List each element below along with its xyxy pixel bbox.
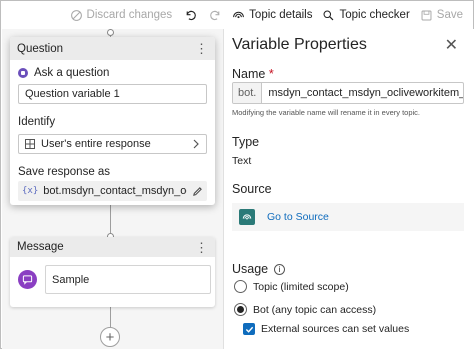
redo-button[interactable] [209,9,222,22]
message-text-input[interactable]: Sample [45,265,211,294]
discard-changes-label: Discard changes [86,9,173,21]
chevron-right-icon [193,139,199,149]
topic-checker-button[interactable]: Topic checker [322,9,410,22]
ask-question-row: Ask a question [18,67,109,79]
ask-question-label: Ask a question [34,67,110,79]
more-options-icon[interactable]: ⋮ [195,241,208,254]
message-node[interactable]: Message ⋮ Sample [10,237,215,307]
name-hint: Modifying the variable name will rename … [232,108,421,117]
variable-properties-panel: Variable Properties ✕ Name * bot. msdyn_… [223,29,474,349]
required-mark: * [268,67,274,81]
message-node-header: Message ⋮ [10,237,215,257]
message-body: Sample [18,265,211,294]
save-label: Save [436,9,463,21]
save-icon [421,10,432,20]
info-icon[interactable]: i [274,264,286,276]
topic-checker-icon [323,10,334,20]
question-text-input[interactable]: Question variable 1 [18,84,207,104]
topic-details-label: Topic details [249,9,313,21]
go-to-source-label: Go to Source [267,211,329,223]
question-node-header: Question ⋮ [10,37,215,60]
message-node-title: Message [17,241,64,253]
message-icon [18,270,37,289]
radio-button [234,280,247,293]
external-sources-checkbox[interactable]: External sources can set values [243,323,409,335]
identify-select[interactable]: User's entire response [18,134,207,154]
top-toolbar: Discard changes Topic details Topic chec… [1,1,473,29]
save-response-variable[interactable]: {x} bot.msdyn_contact_msdyn_oclivew... [18,181,207,201]
close-icon[interactable]: ✕ [445,35,458,55]
usage-label: Usage [232,262,269,276]
usage-radio-bot[interactable]: Bot (any topic can access) [234,303,376,316]
go-to-source-button[interactable]: Go to Source [232,203,464,231]
undo-icon [186,10,196,20]
checkmark-icon [243,323,255,335]
edit-pencil-icon[interactable] [192,186,203,197]
usage-section-label: Usage i [232,262,286,276]
message-text-value: Sample [52,273,90,286]
radio-button-selected [234,303,247,316]
external-sources-label: External sources can set values [261,323,410,335]
name-prefix: bot. [233,83,263,103]
discard-icon [70,9,82,21]
grid-icon [25,139,35,149]
question-node-title: Question [17,42,64,55]
question-text-value: Question variable 1 [25,88,120,100]
usage-option-label: Topic (limited scope) [253,280,349,293]
variable-name-input: msdyn_contact_msdyn_ocliveworkitem_Custo… [268,87,463,99]
identify-value: User's entire response [41,138,151,150]
save-variable-name: bot.msdyn_contact_msdyn_oclivew... [43,185,187,197]
usage-option-label: Bot (any topic can access) [253,303,377,316]
name-section-label: Name * [232,67,274,81]
variable-name-field[interactable]: bot. msdyn_contact_msdyn_ocliveworkitem_… [232,82,464,104]
identify-label: Identify [18,116,56,128]
connector-line [110,307,111,327]
connector-dot [107,29,114,36]
name-label: Name [232,67,266,81]
source-label: Source [232,182,272,196]
add-node-button[interactable]: + [100,327,120,347]
topic-details-icon [233,11,245,18]
question-node[interactable]: Question ⋮ Ask a question Question varia… [10,37,215,205]
app-frame: Discard changes Topic details Topic chec… [0,0,474,349]
panel-title: Variable Properties [232,36,367,53]
source-icon [239,209,255,225]
ask-question-icon [18,68,28,78]
plus-icon: + [105,328,115,346]
type-label: Type [232,135,260,149]
topic-canvas: Question ⋮ Ask a question Question varia… [2,29,223,349]
redo-icon [210,10,220,20]
variable-icon: {x} [22,186,39,196]
discard-changes-button[interactable]: Discard changes [70,9,173,22]
more-options-icon[interactable]: ⋮ [195,42,208,55]
save-response-label: Save response as [18,166,111,178]
undo-button[interactable] [184,9,197,22]
topic-checker-label: Topic checker [339,9,410,21]
save-button[interactable]: Save [420,9,463,22]
usage-radio-topic[interactable]: Topic (limited scope) [234,280,349,293]
type-value: Text [232,155,252,167]
topic-details-button[interactable]: Topic details [232,9,312,22]
